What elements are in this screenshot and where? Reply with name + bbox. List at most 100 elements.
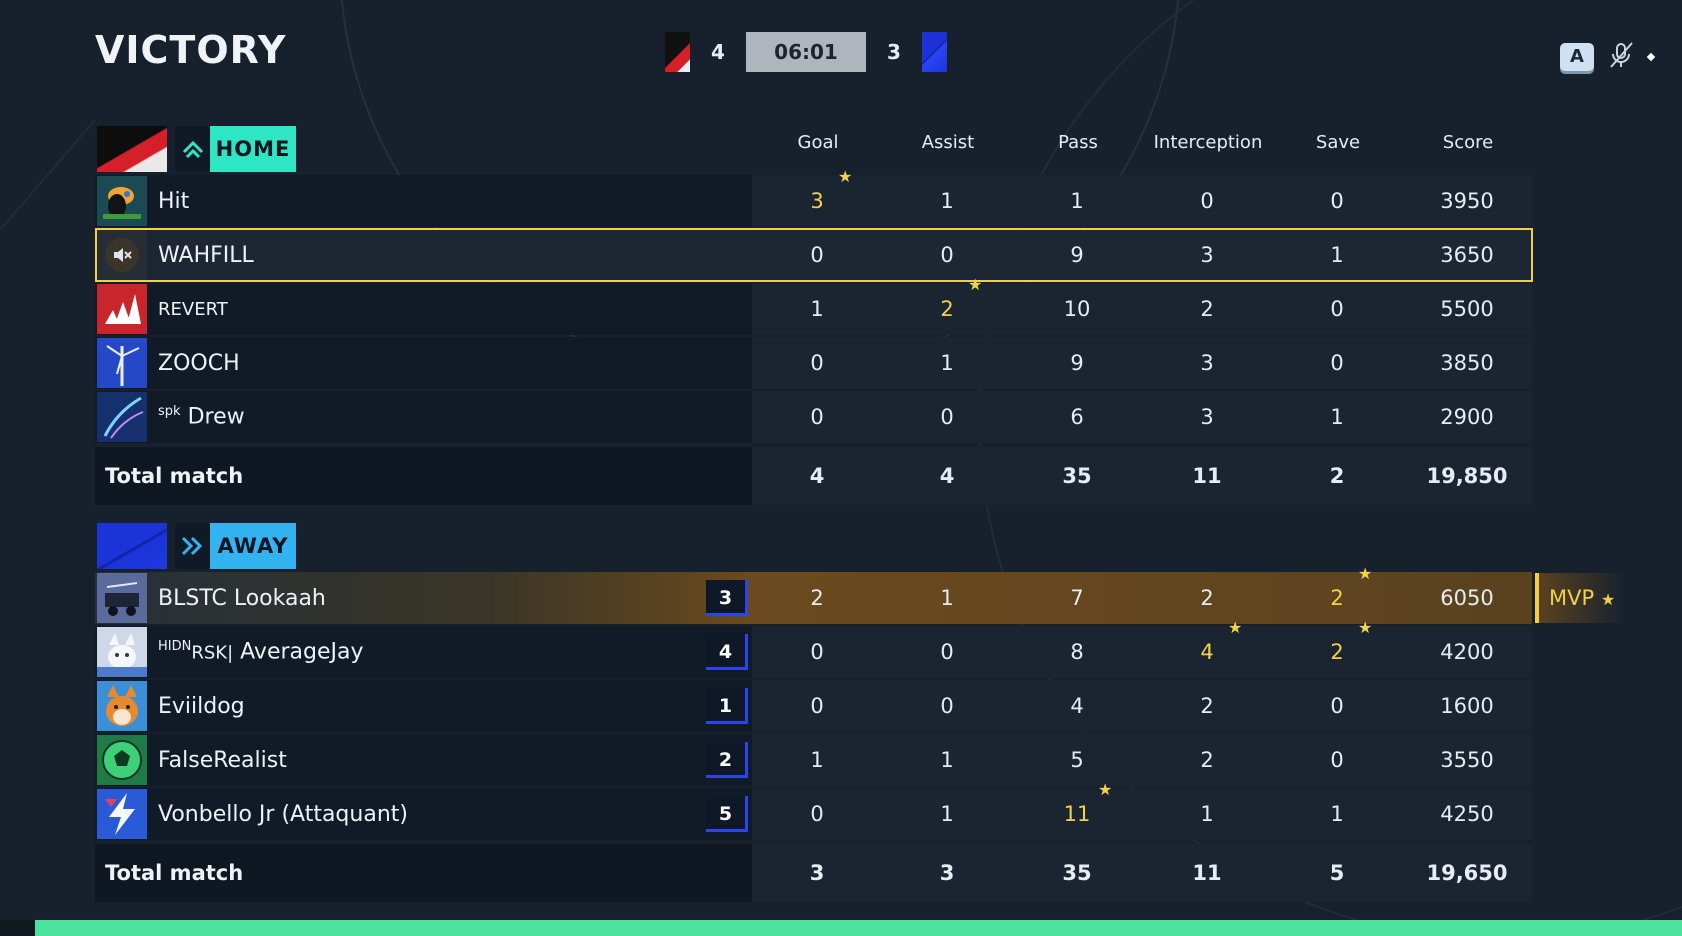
stat-goal: 3 ★ <box>810 167 853 213</box>
rank-badge: 3 <box>706 580 748 616</box>
stat-save: 1 <box>1330 405 1344 429</box>
stat-goal: 0 <box>810 694 824 718</box>
stat-assist: 0 <box>940 405 954 429</box>
stat-pass: 9 <box>1070 351 1084 375</box>
away-team-header: AWAY <box>95 519 1532 571</box>
away-flag-icon <box>922 32 947 72</box>
match-timer: 06:01 <box>746 32 866 72</box>
stat-assist: 0 <box>940 640 954 664</box>
star-icon: ★ <box>1098 780 1113 799</box>
stat-save: 0 <box>1330 297 1344 321</box>
rank-badge: 2 <box>706 742 748 778</box>
speaker-muted-icon[interactable] <box>111 244 133 270</box>
col-interception: Interception <box>1153 132 1263 153</box>
total-goal: 4 <box>809 464 825 488</box>
stat-save: 0 <box>1330 694 1344 718</box>
stat-interception: 2 <box>1200 748 1214 772</box>
stat-assist: 1 <box>940 586 954 610</box>
player-name: WAHFILL <box>158 242 254 268</box>
stat-score: 6050 <box>1440 586 1494 610</box>
stat-score: 3550 <box>1440 748 1494 772</box>
result-title: VICTORY <box>95 28 287 72</box>
player-row[interactable]: Vonbello Jr (Attaquant) 5 0 1 11 ★ 1 1 42… <box>95 780 1532 841</box>
player-row[interactable]: spk Drew 0 0 6 3 1 2900 <box>95 390 1532 444</box>
stat-goal: 0 <box>810 351 824 375</box>
stat-interception: 1 <box>1200 802 1214 826</box>
stat-pass: 11 ★ <box>1063 780 1113 826</box>
stat-goal: 1 <box>810 297 824 321</box>
stat-assist: 1 <box>940 189 954 213</box>
total-pass: 35 <box>1062 464 1092 488</box>
stat-score: 2900 <box>1440 405 1494 429</box>
stat-pass: 6 <box>1070 405 1084 429</box>
player-name: Eviildog <box>158 693 245 719</box>
col-assist: Assist <box>921 132 975 153</box>
player-row-mvp[interactable]: BLSTC Lookaah 3 2 1 7 2 2 ★ 6050 MVP ★ <box>95 564 1625 625</box>
key-a-button[interactable]: A <box>1560 43 1594 71</box>
total-pass: 35 <box>1062 861 1092 885</box>
away-team-table: AWAY BLSTC Lookaah 3 2 1 7 2 2 ★ 6050 MVP… <box>95 519 1625 903</box>
stat-assist: 1 <box>940 748 954 772</box>
player-name: ZOOCH <box>158 350 240 376</box>
stat-goal: 0 <box>810 243 824 267</box>
continue-bar[interactable] <box>35 920 1682 936</box>
home-team-tag: HOME <box>210 126 296 172</box>
total-label: Total match <box>105 464 244 488</box>
stat-assist: 0 <box>940 243 954 267</box>
stat-goal: 2 <box>810 586 824 610</box>
total-score: 19,650 <box>1426 861 1508 885</box>
avatar <box>97 338 147 388</box>
stat-score: 1600 <box>1440 694 1494 718</box>
rank-badge: 5 <box>706 796 748 832</box>
stat-score: 3850 <box>1440 351 1494 375</box>
stat-score: 3950 <box>1440 189 1494 213</box>
column-headers: Goal Assist Pass Interception Save Score <box>753 132 1533 153</box>
diamond-icon <box>1646 52 1656 62</box>
avatar <box>97 573 147 623</box>
bottom-left-block <box>0 920 35 936</box>
player-row[interactable]: HIDNRSK| AverageJay 4 0 0 8 4 ★ 2 ★ 4200 <box>95 618 1532 679</box>
player-row[interactable]: FalseRealist 2 1 1 5 2 0 3550 <box>95 733 1532 787</box>
away-team-tag: AWAY <box>210 523 296 569</box>
scoreboard: 4 06:01 3 <box>665 31 947 73</box>
player-row[interactable]: REVERT 1 2 ★ 10 2 0 5500 <box>95 275 1532 336</box>
star-icon: ★ <box>1358 618 1373 637</box>
stat-interception: 3 <box>1200 405 1214 429</box>
total-save: 2 <box>1329 464 1345 488</box>
total-label: Total match <box>105 861 244 885</box>
stat-pass: 9 <box>1070 243 1084 267</box>
home-score: 4 <box>711 40 725 64</box>
home-flag-icon <box>665 32 690 72</box>
total-save: 5 <box>1329 861 1345 885</box>
stat-pass: 5 <box>1070 748 1084 772</box>
col-goal: Goal <box>797 132 839 153</box>
player-name: HIDNRSK| AverageJay <box>158 639 364 665</box>
stat-score: 5500 <box>1440 297 1494 321</box>
player-name: REVERT <box>158 298 228 320</box>
player-name: FalseRealist <box>158 747 287 773</box>
stat-score: 4200 <box>1440 640 1494 664</box>
star-icon: ★ <box>1600 590 1616 609</box>
total-row: Total match 4 4 35 11 2 19,850 <box>95 446 1532 506</box>
player-row[interactable]: Hit 3 ★ 1 1 0 0 3950 <box>95 167 1532 228</box>
star-icon: ★ <box>1358 564 1373 583</box>
star-icon: ★ <box>968 275 983 294</box>
player-row-selected[interactable]: WAHFILL 0 0 9 3 1 3650 <box>95 228 1533 282</box>
col-save: Save <box>1315 132 1361 153</box>
avatar <box>97 392 147 442</box>
stat-score: 3650 <box>1440 243 1494 267</box>
star-icon: ★ <box>1228 618 1243 637</box>
player-name: BLSTC Lookaah <box>158 585 326 611</box>
player-row[interactable]: ZOOCH 0 1 9 3 0 3850 <box>95 336 1532 390</box>
star-icon: ★ <box>838 167 853 186</box>
avatar <box>97 735 147 785</box>
avatar <box>97 789 147 839</box>
stat-assist: 2 ★ <box>940 275 983 321</box>
stat-goal: 0 <box>810 640 824 664</box>
total-goal: 3 <box>809 861 825 885</box>
stat-save: 0 <box>1330 189 1344 213</box>
player-row[interactable]: Eviildog 1 0 0 4 2 0 1600 <box>95 679 1532 733</box>
player-name: spk Drew <box>158 404 245 430</box>
microphone-off-icon[interactable] <box>1606 40 1636 74</box>
mvp-badge: MVP ★ <box>1535 573 1625 623</box>
